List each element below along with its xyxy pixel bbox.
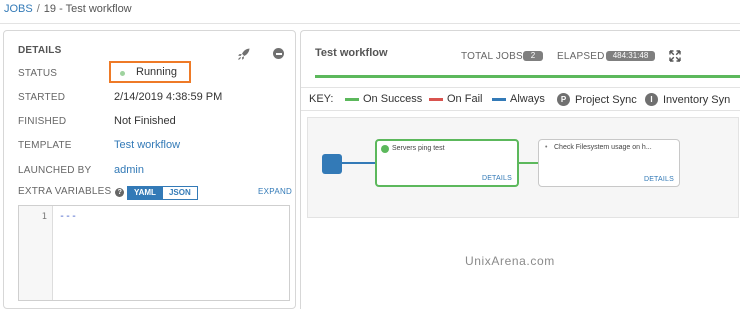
watermark: UnixArena.com bbox=[465, 254, 555, 268]
format-toggle: YAML JSON bbox=[127, 186, 198, 200]
key-on-fail-label: On Fail bbox=[447, 93, 483, 105]
always-edge bbox=[342, 162, 375, 164]
success-line-icon bbox=[345, 97, 359, 101]
extra-variables-editor[interactable]: 1 --- bbox=[18, 205, 290, 301]
extra-variables-label: EXTRA VARIABLES bbox=[18, 186, 112, 197]
key-inventory-sync: I Inventory Syn bbox=[645, 93, 730, 106]
extra-variables-label-group: EXTRA VARIABLES? bbox=[18, 186, 125, 197]
legend-key-bar: KEY: On Success On Fail Always P Project … bbox=[301, 87, 740, 111]
breadcrumb: JOBS/19 - Test workflow bbox=[4, 3, 132, 15]
started-label: STARTED bbox=[18, 92, 66, 103]
breadcrumb-current: 19 - Test workflow bbox=[43, 3, 132, 15]
workflow-title: Test workflow bbox=[315, 47, 388, 59]
key-on-success-label: On Success bbox=[363, 93, 423, 105]
node-details-link[interactable]: DETAILS bbox=[482, 175, 512, 182]
node-success-status-icon bbox=[381, 145, 389, 153]
key-on-fail: On Fail bbox=[429, 93, 482, 105]
breadcrumb-separator: / bbox=[36, 3, 40, 15]
launched-by-row: LAUNCHED BY admin bbox=[18, 164, 144, 180]
finished-value: Not Finished bbox=[114, 115, 176, 127]
expand-link[interactable]: EXPAND bbox=[258, 187, 292, 196]
workflow-graph-canvas[interactable]: Servers ping test DETAILS • Check Filesy… bbox=[307, 117, 739, 218]
key-project-sync: P Project Sync bbox=[557, 93, 637, 106]
always-line-icon bbox=[492, 97, 506, 101]
key-always-label: Always bbox=[510, 93, 545, 105]
launched-by-link[interactable]: admin bbox=[114, 164, 144, 176]
workflow-node-name: Servers ping test bbox=[392, 145, 445, 152]
finished-row: FINISHED Not Finished bbox=[18, 115, 176, 131]
key-always: Always bbox=[492, 93, 545, 105]
key-label: KEY: bbox=[309, 93, 334, 105]
elapsed-label: ELAPSED bbox=[557, 51, 605, 62]
template-link[interactable]: Test workflow bbox=[114, 139, 180, 151]
workflow-panel: Test workflow TOTAL JOBS 2 ELAPSED 484:3… bbox=[300, 30, 740, 309]
editor-gutter: 1 bbox=[19, 206, 53, 300]
top-divider bbox=[0, 23, 740, 24]
started-row: STARTED 2/14/2019 4:38:59 PM bbox=[18, 91, 222, 107]
key-project-sync-label: Project Sync bbox=[575, 93, 637, 106]
template-row: TEMPLATE Test workflow bbox=[18, 139, 180, 155]
workflow-node-filesystem-check[interactable]: • Check Filesystem usage on h... DETAILS bbox=[538, 139, 680, 187]
node-pending-status-icon: • bbox=[545, 144, 548, 151]
relaunch-rocket-icon[interactable] bbox=[237, 47, 251, 61]
workflow-node-ping-test[interactable]: Servers ping test DETAILS bbox=[375, 139, 519, 187]
status-value: Running bbox=[136, 66, 177, 78]
finished-label: FINISHED bbox=[18, 116, 67, 127]
project-sync-icon: P bbox=[557, 93, 570, 106]
line-number: 1 bbox=[41, 212, 47, 222]
json-toggle-button[interactable]: JSON bbox=[162, 186, 198, 200]
code-line: --- bbox=[59, 211, 78, 222]
cancel-job-icon[interactable] bbox=[273, 48, 284, 59]
yaml-toggle-button[interactable]: YAML bbox=[127, 186, 163, 200]
launched-by-label: LAUNCHED BY bbox=[18, 165, 92, 176]
status-label: STATUS bbox=[18, 68, 58, 79]
details-panel: DETAILS STATUS Running STARTED 2/14/2019 … bbox=[3, 30, 296, 309]
fail-line-icon bbox=[429, 97, 443, 101]
status-row: STATUS bbox=[18, 68, 114, 84]
workflow-progress-bar bbox=[315, 75, 740, 78]
workflow-start-node[interactable] bbox=[322, 154, 342, 174]
key-on-success: On Success bbox=[345, 93, 422, 105]
started-value: 2/14/2019 4:38:59 PM bbox=[114, 91, 223, 103]
breadcrumb-jobs-link[interactable]: JOBS bbox=[4, 3, 33, 15]
workflow-node-name: Check Filesystem usage on h... bbox=[554, 144, 652, 151]
total-jobs-badge: 2 bbox=[523, 51, 543, 61]
fullscreen-icon[interactable] bbox=[669, 50, 681, 62]
total-jobs-label: TOTAL JOBS bbox=[461, 51, 523, 62]
inventory-sync-icon: I bbox=[645, 93, 658, 106]
template-label: TEMPLATE bbox=[18, 140, 72, 151]
key-inventory-sync-label: Inventory Syn bbox=[663, 93, 731, 106]
help-icon[interactable]: ? bbox=[115, 188, 125, 197]
status-highlight: Running bbox=[109, 61, 191, 83]
node-details-link[interactable]: DETAILS bbox=[644, 176, 674, 183]
details-title: DETAILS bbox=[18, 45, 62, 56]
elapsed-badge: 484:31:48 bbox=[606, 51, 655, 61]
status-running-dot-icon bbox=[120, 71, 125, 76]
success-edge bbox=[518, 162, 538, 164]
